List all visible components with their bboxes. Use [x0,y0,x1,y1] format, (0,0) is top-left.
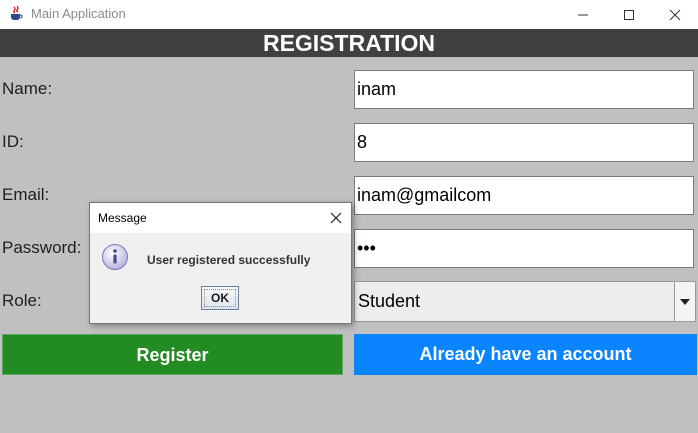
minimize-icon [578,14,588,15]
already-have-account-button[interactable]: Already have an account [354,334,697,375]
role-select[interactable]: Student [354,281,696,322]
id-label: ID: [2,132,24,151]
dialog-titlebar[interactable]: Message [90,203,351,233]
role-dropdown-button[interactable] [674,282,695,321]
maximize-icon [624,9,634,20]
close-button[interactable] [652,0,698,29]
maximize-button[interactable] [606,0,652,29]
close-icon [669,9,681,20]
email-label: Email: [2,185,50,204]
dialog-close-button[interactable] [327,209,345,227]
name-field[interactable]: inam [354,70,694,109]
page-title: REGISTRATION [0,29,698,57]
close-icon [330,212,342,224]
role-selected-value: Student [358,291,421,311]
name-label: Name: [2,79,53,98]
dialog-title: Message [98,211,147,225]
app-icon [8,5,24,21]
password-label: Password: [2,238,82,257]
minimize-button[interactable] [560,0,606,29]
chevron-down-icon [680,298,690,305]
window-title: Main Application [31,6,126,21]
message-dialog: Message User registered successfully OK [89,202,352,324]
dialog-message: User registered successfully [147,253,311,267]
ok-button[interactable]: OK [201,286,239,310]
role-label: Role: [2,291,42,310]
email-field[interactable]: inam@gmailcom [354,176,694,215]
info-icon [101,243,129,271]
password-field[interactable]: ••• [354,229,694,268]
window-titlebar[interactable]: Main Application [0,0,698,29]
register-button[interactable]: Register [2,334,343,375]
id-field[interactable]: 8 [354,123,694,162]
ok-label: OK [211,291,229,305]
